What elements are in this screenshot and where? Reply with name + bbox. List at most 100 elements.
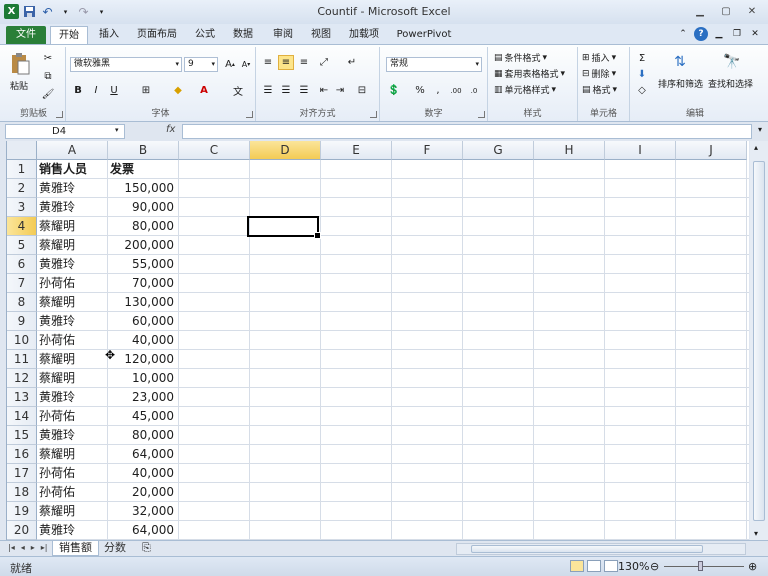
cell-b1[interactable]: 发票 [108,160,175,179]
row-header-12[interactable]: 12 [7,369,37,388]
align-bottom-icon[interactable]: ≡ [296,55,312,70]
next-sheet-icon[interactable]: ▸ [31,543,35,552]
cell-b18[interactable]: 20,000 [108,483,175,502]
cell-a1[interactable]: 销售人员 [39,160,107,179]
cell-b20[interactable]: 64,000 [108,521,175,540]
select-all-corner[interactable] [7,141,37,160]
font-color-icon[interactable]: A [196,83,212,98]
page-layout-view-icon[interactable] [587,560,601,572]
align-center-icon[interactable]: ☰ [278,83,294,98]
name-box-dropdown-icon[interactable]: ▾ [115,126,119,134]
cell-a17[interactable]: 孙荷佑 [39,464,107,483]
find-select-button[interactable]: 查找和选择 [708,77,753,90]
doc-minimize-icon[interactable]: ▁ [712,27,726,41]
worksheet-grid[interactable]: ABCDEFGHIJ 1 2 3 4 5 6 7 8 9 10 11 12 13 14 15 16 17 18 19… [6,141,749,540]
doc-close-icon[interactable]: ✕ [748,27,762,41]
row-header-13[interactable]: 13 [7,388,37,407]
scroll-up-icon[interactable]: ▴ [754,143,758,152]
column-header-g[interactable]: G [463,141,534,160]
insert-sheet-icon[interactable]: ⎘ [136,541,157,556]
expand-formula-bar-icon[interactable]: ▾ [758,125,762,134]
row-header-15[interactable]: 15 [7,426,37,445]
paste-button[interactable]: 粘贴 [10,79,28,92]
cell-b14[interactable]: 45,000 [108,407,175,426]
row-header-4[interactable]: 4 [7,217,37,236]
cell-a14[interactable]: 孙荷佑 [39,407,107,426]
cell-a3[interactable]: 黄雅玲 [39,198,107,217]
cell-a13[interactable]: 黄雅玲 [39,388,107,407]
format-cells-button[interactable]: ▤ 格式 ▾ [582,83,617,97]
cell-a4[interactable]: 蔡耀明 [39,217,107,236]
cell-b7[interactable]: 70,000 [108,274,175,293]
cell-b11[interactable]: 120,000 [108,350,175,369]
borders-icon[interactable]: ⊞ [138,83,154,98]
insert-function-icon[interactable]: fx [166,124,175,135]
alignment-launcher-icon[interactable] [370,111,377,118]
cell-styles-button[interactable]: ▥ 单元格样式 ▾ [494,83,556,97]
formula-input[interactable] [182,124,752,139]
fill-color-icon[interactable]: ◆ [170,83,186,98]
cell-a19[interactable]: 蔡耀明 [39,502,107,521]
column-header-a[interactable]: A [37,141,108,160]
align-right-icon[interactable]: ☰ [296,83,312,98]
cell-a15[interactable]: 黄雅玲 [39,426,107,445]
last-sheet-icon[interactable]: ▸| [41,543,48,552]
zoom-out-icon[interactable]: ⊖ [650,560,659,573]
accounting-format-icon[interactable]: 💲 [386,83,402,98]
find-select-icon[interactable]: 🔭 [720,51,744,73]
column-header-b[interactable]: B [108,141,179,160]
cell-b17[interactable]: 40,000 [108,464,175,483]
tab-review[interactable]: 审阅 [270,26,296,44]
cell-a18[interactable]: 孙荷佑 [39,483,107,502]
column-header-j[interactable]: J [676,141,747,160]
cell-b19[interactable]: 32,000 [108,502,175,521]
ribbon-collapse-icon[interactable]: ⌃ [676,27,690,41]
merge-center-icon[interactable]: ⊟ [354,83,370,98]
cell-b10[interactable]: 40,000 [108,331,175,350]
cell-a2[interactable]: 黄雅玲 [39,179,107,198]
cell-b16[interactable]: 64,000 [108,445,175,464]
cell-b13[interactable]: 23,000 [108,388,175,407]
row-header-2[interactable]: 2 [7,179,37,198]
cell-b2[interactable]: 150,000 [108,179,175,198]
sheet-tab-sales[interactable]: 销售额 [52,541,99,556]
row-header-1[interactable]: 1 [7,160,37,179]
zoom-in-icon[interactable]: ⊕ [748,560,757,573]
horizontal-scrollbar[interactable] [456,543,746,555]
sort-filter-button[interactable]: 排序和筛选 [658,77,703,90]
paste-icon[interactable] [8,51,32,77]
increase-indent-icon[interactable]: ⇥ [332,83,348,98]
name-box[interactable]: D4 [5,124,125,139]
row-header-14[interactable]: 14 [7,407,37,426]
format-painter-icon[interactable]: 🖌 [40,87,56,102]
number-launcher-icon[interactable] [478,111,485,118]
column-header-e[interactable]: E [321,141,392,160]
minimize-icon[interactable]: ▁ [688,3,712,19]
cell-b15[interactable]: 80,000 [108,426,175,445]
row-header-6[interactable]: 6 [7,255,37,274]
scroll-down-icon[interactable]: ▾ [754,529,758,538]
vertical-scroll-thumb[interactable] [753,161,765,521]
row-header-5[interactable]: 5 [7,236,37,255]
decrease-decimal-icon[interactable]: .0 [466,83,482,98]
cell-a20[interactable]: 黄雅玲 [39,521,107,540]
column-header-i[interactable]: I [605,141,676,160]
first-sheet-icon[interactable]: |◂ [8,543,15,552]
row-header-9[interactable]: 9 [7,312,37,331]
zoom-slider-handle[interactable] [698,561,703,571]
cell-a5[interactable]: 蔡耀明 [39,236,107,255]
bold-icon[interactable]: B [70,83,86,98]
cell-a11[interactable]: 蔡耀明 [39,350,107,369]
orientation-icon[interactable]: ⤢ [316,55,332,70]
tab-powerpivot[interactable]: PowerPivot [396,26,452,44]
cell-a7[interactable]: 孙荷佑 [39,274,107,293]
copy-icon[interactable]: ⧉ [40,69,56,84]
vertical-scrollbar[interactable]: ▴ ▾ [750,141,768,540]
row-header-7[interactable]: 7 [7,274,37,293]
row-header-19[interactable]: 19 [7,502,37,521]
normal-view-icon[interactable] [570,560,584,572]
conditional-format-button[interactable]: ▤ 条件格式 ▾ [494,51,547,65]
fill-icon[interactable]: ⬇ [634,67,650,82]
sort-filter-icon[interactable]: ⇅ [668,51,692,73]
column-header-h[interactable]: H [534,141,605,160]
